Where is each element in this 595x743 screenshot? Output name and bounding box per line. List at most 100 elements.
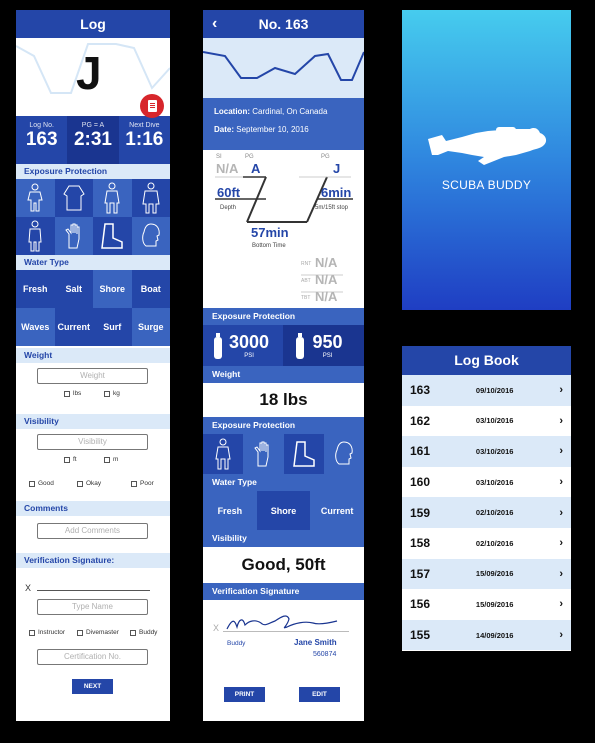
bottom-time-value: 57min — [251, 225, 289, 240]
logbook-row[interactable]: 159 02/10/2016 › — [402, 497, 571, 528]
exposure-protection-label-2: Exposure Protection — [203, 417, 364, 434]
signature-x-mark: X — [25, 583, 32, 593]
boot-selected — [283, 434, 324, 474]
water-type-waves[interactable]: Waves — [16, 308, 55, 346]
stat-next-dive: Next Dive 1:16 — [125, 122, 164, 150]
chevron-right-icon: › — [559, 414, 563, 427]
visibility-input[interactable]: Visibility — [37, 434, 148, 450]
log-form-title: Log — [16, 10, 170, 38]
verification-signature-label: Verification Signature: — [16, 553, 170, 568]
signature-block: X Buddy Jane Smith 560874 PRINT EDIT — [203, 600, 364, 706]
stat-log-no: Log No. 163 — [25, 122, 58, 150]
chevron-right-icon: › — [559, 537, 563, 550]
back-chevron-icon[interactable]: ‹ — [212, 10, 217, 38]
logbook-row[interactable]: 161 03/10/2016 › — [402, 436, 571, 467]
water-type-salt[interactable]: Salt — [54, 270, 93, 308]
role-buddy[interactable]: Buddy — [130, 629, 157, 636]
visibility-unit-ft[interactable]: ft — [64, 456, 77, 463]
drysuit-icon — [142, 182, 160, 214]
weight-unit-lbs[interactable]: lbs — [64, 390, 81, 397]
weight-unit-kg[interactable]: kg — [104, 390, 120, 397]
water-type-boat[interactable]: Boat — [131, 270, 170, 308]
signature-line[interactable] — [37, 590, 150, 591]
visibility-value: Good, 50ft — [241, 555, 326, 574]
boot-icon — [292, 441, 315, 467]
dive-profile-graph — [203, 38, 364, 98]
dive-detail-header: ‹ No. 163 — [203, 10, 364, 38]
rnt-value: N/A — [315, 255, 338, 270]
edit-button[interactable]: EDIT — [299, 687, 340, 702]
weight-value: 18 lbs — [259, 390, 308, 409]
exposure-protection-label: Exposure Protection — [16, 164, 170, 179]
surface-interval-value: N/A — [216, 161, 239, 176]
water-type-current[interactable]: Current — [54, 308, 93, 346]
logbook-row[interactable]: 157 15/09/2016 › — [402, 558, 571, 590]
role-instructor[interactable]: Instructor — [29, 629, 65, 636]
notes-button[interactable] — [140, 94, 164, 118]
type-name-input[interactable]: Type Name — [37, 599, 148, 615]
drysuit-option[interactable] — [131, 179, 170, 217]
splash-screen: SCUBA BUDDY — [402, 10, 571, 310]
full-wetsuit-option[interactable] — [93, 179, 132, 217]
dive-profile-graph: J — [16, 38, 170, 118]
weight-input[interactable]: Weight — [37, 368, 148, 384]
certification-number-input[interactable]: Certification No. — [37, 649, 148, 665]
verification-signature-label: Verification Signature — [203, 583, 364, 600]
chevron-right-icon: › — [559, 445, 563, 458]
chevron-right-icon: › — [559, 506, 563, 519]
boot-option[interactable] — [93, 217, 132, 255]
abt-value: N/A — [315, 272, 338, 287]
chevron-right-icon: › — [559, 567, 563, 580]
logbook-row[interactable]: 163 09/10/2016 › — [402, 375, 571, 406]
comments-label: Comments — [16, 501, 170, 516]
water-type-label: Water Type — [203, 474, 364, 491]
comments-input[interactable]: Add Comments — [37, 523, 148, 539]
visibility-good[interactable]: Good — [29, 480, 54, 487]
hood-option[interactable] — [131, 217, 170, 255]
scuba-diver-icon — [428, 127, 547, 165]
pressure-group-initial: J — [76, 47, 102, 99]
chevron-right-icon: › — [559, 598, 563, 611]
wetsuit-jacket-option[interactable] — [54, 179, 93, 217]
logbook-row[interactable]: 158 02/10/2016 › — [402, 527, 571, 559]
max-depth-value: 60ft — [217, 185, 241, 200]
log-form-lower: Weight Weight lbs kg Visibility Visibili… — [16, 346, 170, 721]
role-divemaster[interactable]: Divemaster — [77, 629, 119, 636]
stat-pressure-group: PG = A 2:31 — [67, 116, 119, 164]
document-icon — [147, 100, 157, 112]
visibility-poor[interactable]: Poor — [131, 480, 154, 487]
exposure-protection-label: Exposure Protection — [203, 308, 364, 325]
dive-stats-row: Log No. 163 PG = A 2:31 Next Dive 1:16 — [16, 116, 170, 164]
visibility-okay[interactable]: Okay — [77, 480, 101, 487]
water-type-surf[interactable]: Surf — [93, 308, 132, 346]
location-row: Location: Cardinal, On Canada — [214, 107, 328, 116]
water-type-fresh[interactable]: Fresh — [16, 270, 55, 308]
full-wetsuit-icon — [104, 182, 120, 214]
glove-selected — [243, 434, 284, 474]
exposure-icon-grid — [16, 179, 170, 255]
logbook-row[interactable]: 162 03/10/2016 › — [402, 405, 571, 437]
wetsuit-jacket-icon — [63, 185, 85, 211]
start-pressure-group: A — [251, 161, 261, 176]
logbook-row[interactable]: 160 03/10/2016 › — [402, 466, 571, 498]
next-button[interactable]: NEXT — [72, 679, 113, 694]
hood-icon — [335, 441, 353, 465]
logbook-row[interactable]: 155 14/09/2016 › — [402, 619, 571, 651]
water-type-surge[interactable]: Surge — [131, 308, 170, 346]
logbook-row[interactable]: 156 15/09/2016 › — [402, 589, 571, 620]
weight-label: Weight — [203, 366, 364, 383]
full-wetsuit-icon — [215, 438, 231, 470]
semi-dry-suit-option[interactable] — [16, 217, 55, 255]
tank-start-pressure: 3000 PSI — [203, 325, 283, 366]
water-type-shore[interactable]: Shore — [93, 270, 132, 308]
glove-option[interactable] — [54, 217, 93, 255]
full-wetsuit-selected — [203, 434, 244, 474]
wetsuit-shorty-option[interactable] — [16, 179, 55, 217]
glove-icon — [254, 441, 269, 467]
chevron-right-icon: › — [559, 629, 563, 642]
water-type-current: Current — [310, 491, 364, 530]
visibility-unit-m[interactable]: m — [104, 456, 118, 463]
print-button[interactable]: PRINT — [224, 687, 265, 702]
water-type-fresh: Fresh — [203, 491, 257, 530]
hood-selected — [323, 434, 364, 474]
